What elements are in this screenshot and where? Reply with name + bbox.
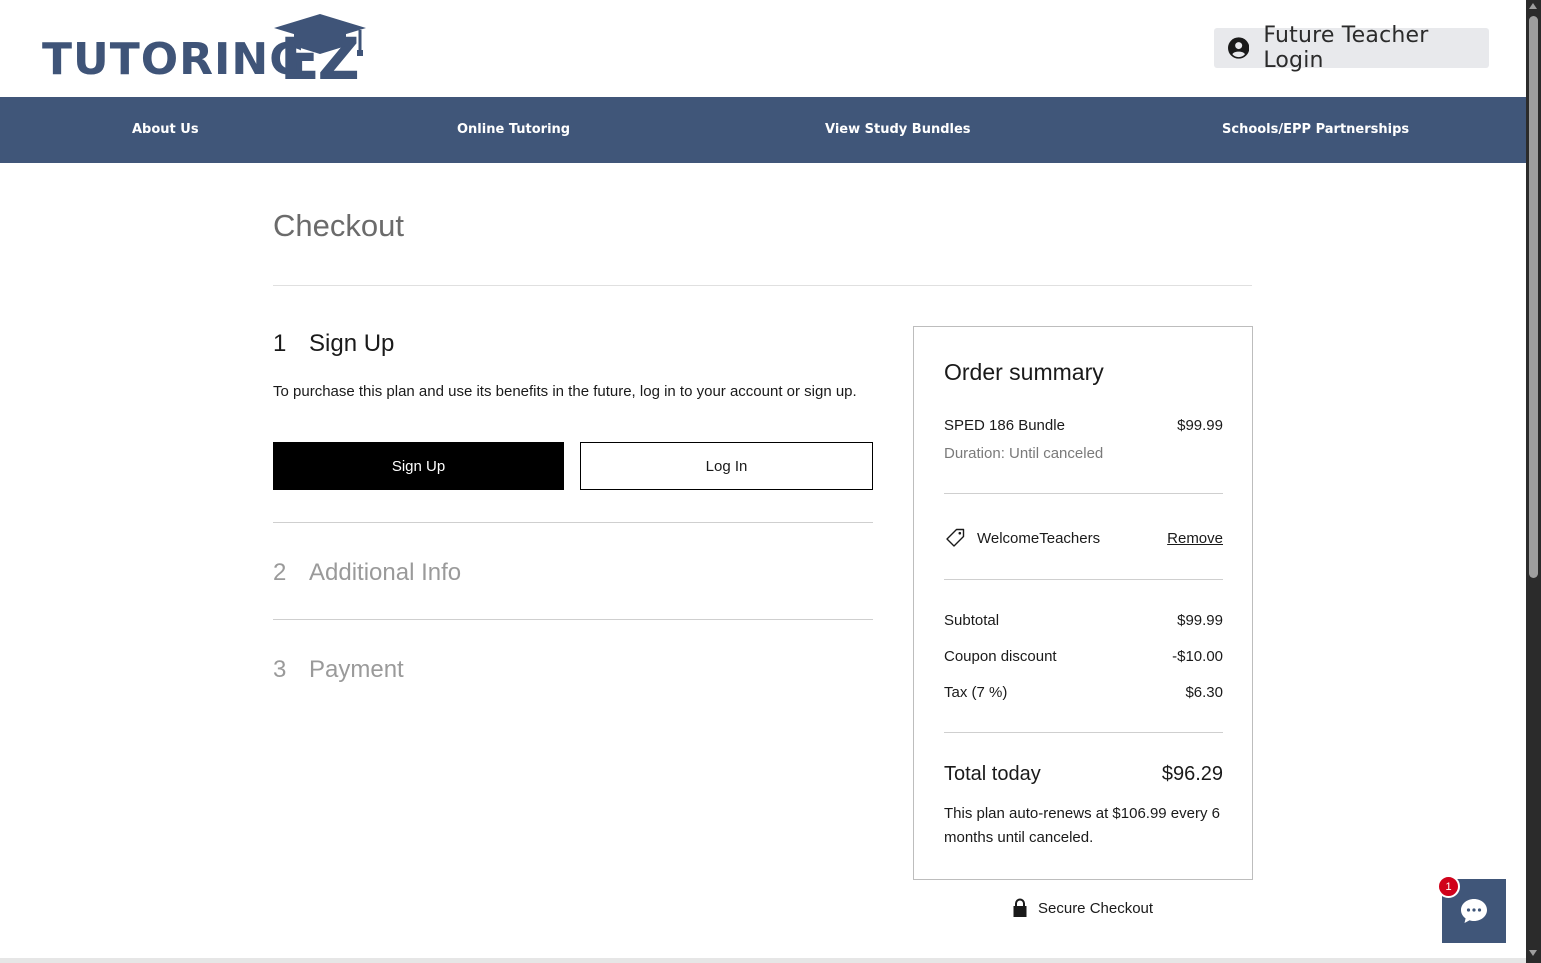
divider (944, 579, 1223, 580)
item-price: $99.99 (1177, 417, 1223, 434)
subtotal-label: Subtotal (944, 612, 1000, 629)
discount-value: -$10.00 (1172, 648, 1223, 665)
line-item: SPED 186 Bundle $99.99 (944, 417, 1223, 434)
coupon-code: WelcomeTeachers (977, 529, 1101, 547)
secure-checkout-label: Secure Checkout (1038, 899, 1154, 917)
login-label: Future Teacher Login (1263, 23, 1429, 73)
item-name: SPED 186 Bundle (944, 417, 1065, 434)
discount-label: Coupon discount (944, 648, 1057, 665)
nav-item-schools-epp-partnerships[interactable]: Schools/EPP Partnerships (1222, 97, 1409, 163)
sign-up-button[interactable]: Sign Up (273, 442, 564, 490)
step-1-title: Sign Up (309, 330, 395, 357)
discount-row: Coupon discount -$10.00 (944, 648, 1223, 665)
divider (944, 732, 1223, 733)
item-duration-row: Duration: Until canceled (944, 445, 1223, 462)
main-nav: About Us Online Tutoring View Study Bund… (0, 97, 1526, 163)
page-title: Checkout (273, 208, 404, 243)
applied-coupon: WelcomeTeachers Remove (944, 527, 1223, 549)
nav-item-view-study-bundles[interactable]: View Study Bundles (825, 97, 971, 163)
chat-bubble-icon (1461, 899, 1487, 923)
divider (944, 493, 1223, 494)
site-header: TUTORING EZ Future Teacher Login (0, 0, 1526, 97)
subtotal-value: $99.99 (1177, 612, 1223, 629)
step-1-number: 1 (273, 330, 287, 357)
order-summary: Order summary SPED 186 Bundle $99.99 Dur… (913, 326, 1253, 880)
page-scrollbar[interactable] (1526, 0, 1541, 963)
log-in-button[interactable]: Log In (580, 442, 873, 490)
tutoringez-logo[interactable]: TUTORING EZ (42, 12, 372, 88)
logo-text: TUTORING (42, 34, 307, 85)
tax-value: $6.30 (1185, 684, 1223, 701)
scroll-up-arrow-icon[interactable] (1529, 3, 1537, 9)
divider (273, 285, 1252, 286)
future-teacher-login-button[interactable]: Future Teacher Login (1214, 23, 1489, 73)
user-circle-icon (1228, 37, 1250, 59)
step-3-number: 3 (273, 656, 287, 683)
total-row: Total today $96.29 (944, 763, 1223, 786)
chat-notification-badge: 1 (1437, 875, 1460, 898)
secure-checkout: Secure Checkout (1012, 898, 1153, 918)
tax-row: Tax (7 %) $6.30 (944, 684, 1223, 701)
nav-item-about-us[interactable]: About Us (132, 97, 199, 163)
auto-renew-note: This plan auto-renews at $106.99 every 6… (944, 805, 1220, 846)
page-bottom-edge (0, 958, 1526, 963)
divider (273, 522, 873, 523)
signup-description: To purchase this plan and use its benefi… (273, 383, 857, 400)
graduation-cap-icon (274, 14, 366, 56)
item-duration: Duration: Until canceled (944, 445, 1104, 462)
scroll-down-arrow-icon[interactable] (1529, 950, 1537, 956)
remove-coupon-link[interactable]: Remove (1167, 530, 1223, 547)
step-2-title: Additional Info (309, 559, 462, 586)
divider (273, 619, 873, 620)
tag-icon (946, 528, 965, 547)
lock-icon (1013, 898, 1027, 917)
step-3-title: Payment (309, 656, 404, 683)
total-label: Total today (944, 763, 1041, 785)
total-value: $96.29 (1161, 763, 1223, 785)
scrollbar-thumb[interactable] (1529, 16, 1538, 578)
order-summary-title: Order summary (944, 359, 1104, 385)
subtotal-row: Subtotal $99.99 (944, 612, 1223, 629)
nav-item-online-tutoring[interactable]: Online Tutoring (457, 97, 570, 163)
step-2-number: 2 (273, 559, 287, 586)
tax-label: Tax (7 %) (944, 684, 1008, 701)
